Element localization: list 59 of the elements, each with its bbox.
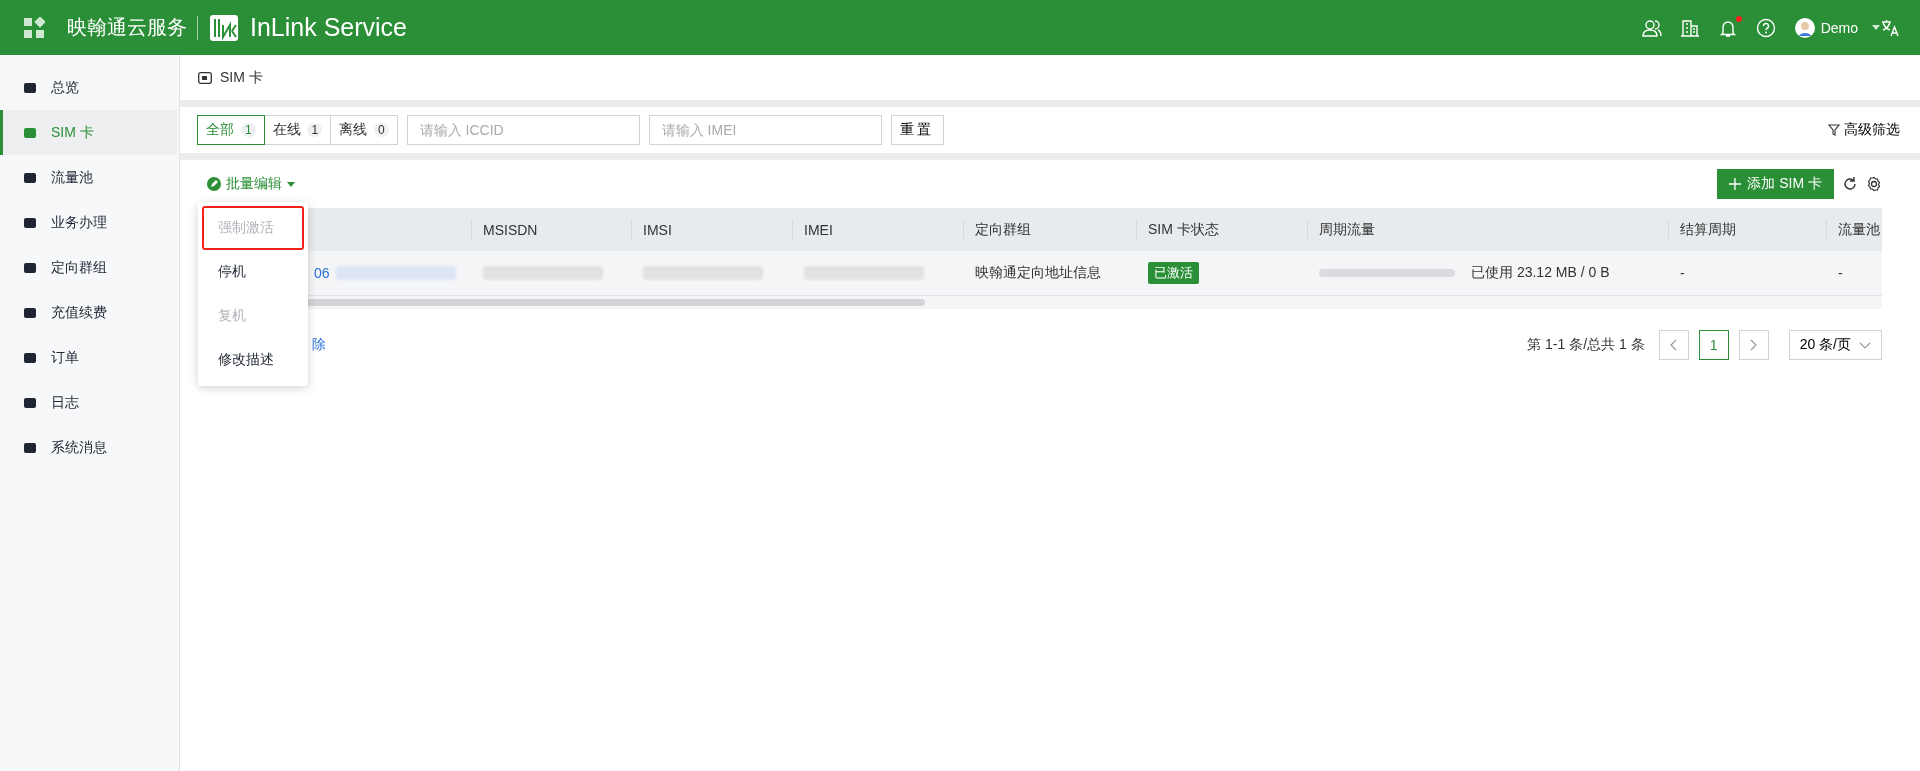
search-field[interactable]: 请输入 ICCID <box>406 115 640 145</box>
status-tag: 已激活 <box>1148 262 1199 284</box>
table-cell: - <box>1838 265 1843 281</box>
user-menu[interactable]: Demo <box>1820 19 1858 36</box>
plus-icon <box>1729 178 1742 190</box>
sidebar-item[interactable]: 充值续费 <box>0 290 177 335</box>
filter-tab[interactable]: 全部 1 <box>197 115 265 145</box>
settings-icon[interactable] <box>1866 176 1882 192</box>
search-field[interactable]: 请输入 IMEI <box>648 115 882 145</box>
column-header: MSISDN <box>483 221 538 238</box>
users-icon[interactable] <box>1641 17 1662 38</box>
help-icon[interactable] <box>1755 17 1776 38</box>
column-header: 结算周期 <box>1680 220 1736 239</box>
building-icon[interactable] <box>1679 17 1700 38</box>
reset-button[interactable]: 重置 <box>890 115 944 145</box>
column-header: IMEI <box>804 221 833 238</box>
iccid-link[interactable]: 06 <box>314 265 330 281</box>
pagination-summary: 第 1-1 条/总共 1 条 <box>1527 336 1645 354</box>
sidebar-item[interactable]: 总览 <box>0 65 177 110</box>
menu-item[interactable]: 修改描述 <box>202 338 304 382</box>
chevron-right-icon <box>1750 339 1758 351</box>
delete-link[interactable]: 除 <box>312 336 326 354</box>
sidebar-item[interactable]: 订单 <box>0 335 177 380</box>
chevron-down-icon <box>1859 341 1871 349</box>
batch-edit-button[interactable]: 批量编辑 <box>198 175 295 193</box>
translate-icon[interactable] <box>1880 17 1900 38</box>
sidebar-item[interactable]: 定向群组 <box>0 245 177 290</box>
edit-icon <box>207 177 221 191</box>
caret-icon[interactable] <box>1872 25 1880 30</box>
table-cell: - <box>1680 265 1685 281</box>
menu-item[interactable]: 停机 <box>202 250 304 294</box>
page-title: SIM 卡 <box>220 68 263 87</box>
column-header: IMSI <box>643 221 672 238</box>
filter-tab[interactable]: 在线 1 <box>263 115 332 145</box>
column-header: 周期流量 <box>1319 220 1375 239</box>
app-grid-icon[interactable] <box>23 16 45 39</box>
chevron-left-icon <box>1670 339 1678 351</box>
column-header: 定向群组 <box>975 220 1031 239</box>
page-button[interactable]: 1 <box>1698 330 1729 360</box>
column-header: SIM 卡状态 <box>1148 220 1219 239</box>
caret-icon <box>287 181 295 187</box>
logo-icon <box>210 12 240 43</box>
table-cell: 映翰通定向地址信息 <box>975 264 1101 282</box>
product-title: 映翰通云服务 <box>67 15 187 40</box>
sidebar-item[interactable]: 日志 <box>0 380 177 425</box>
sidebar-item[interactable]: 流量池 <box>0 155 177 200</box>
column-header: 流量池 <box>1838 220 1880 239</box>
sidebar-item[interactable]: 系统消息 <box>0 425 177 470</box>
brand-name: InLink Service <box>250 13 408 42</box>
filter-tab[interactable]: 离线 0 <box>330 115 398 145</box>
add-sim-button[interactable]: 添加 SIM 卡 <box>1717 169 1834 199</box>
page-size-select[interactable]: 20 条/页 <box>1788 330 1882 360</box>
advanced-filter-button[interactable]: 高级筛选 <box>1828 121 1900 139</box>
refresh-icon[interactable] <box>1842 176 1858 192</box>
sidebar-item[interactable]: 业务办理 <box>0 200 177 245</box>
avatar-icon[interactable] <box>1794 17 1815 38</box>
sidebar-item[interactable]: SIM 卡 <box>0 110 177 155</box>
filter-icon <box>1828 124 1840 136</box>
usage-text: 已使用 23.12 MB / 0 B <box>1471 264 1610 282</box>
